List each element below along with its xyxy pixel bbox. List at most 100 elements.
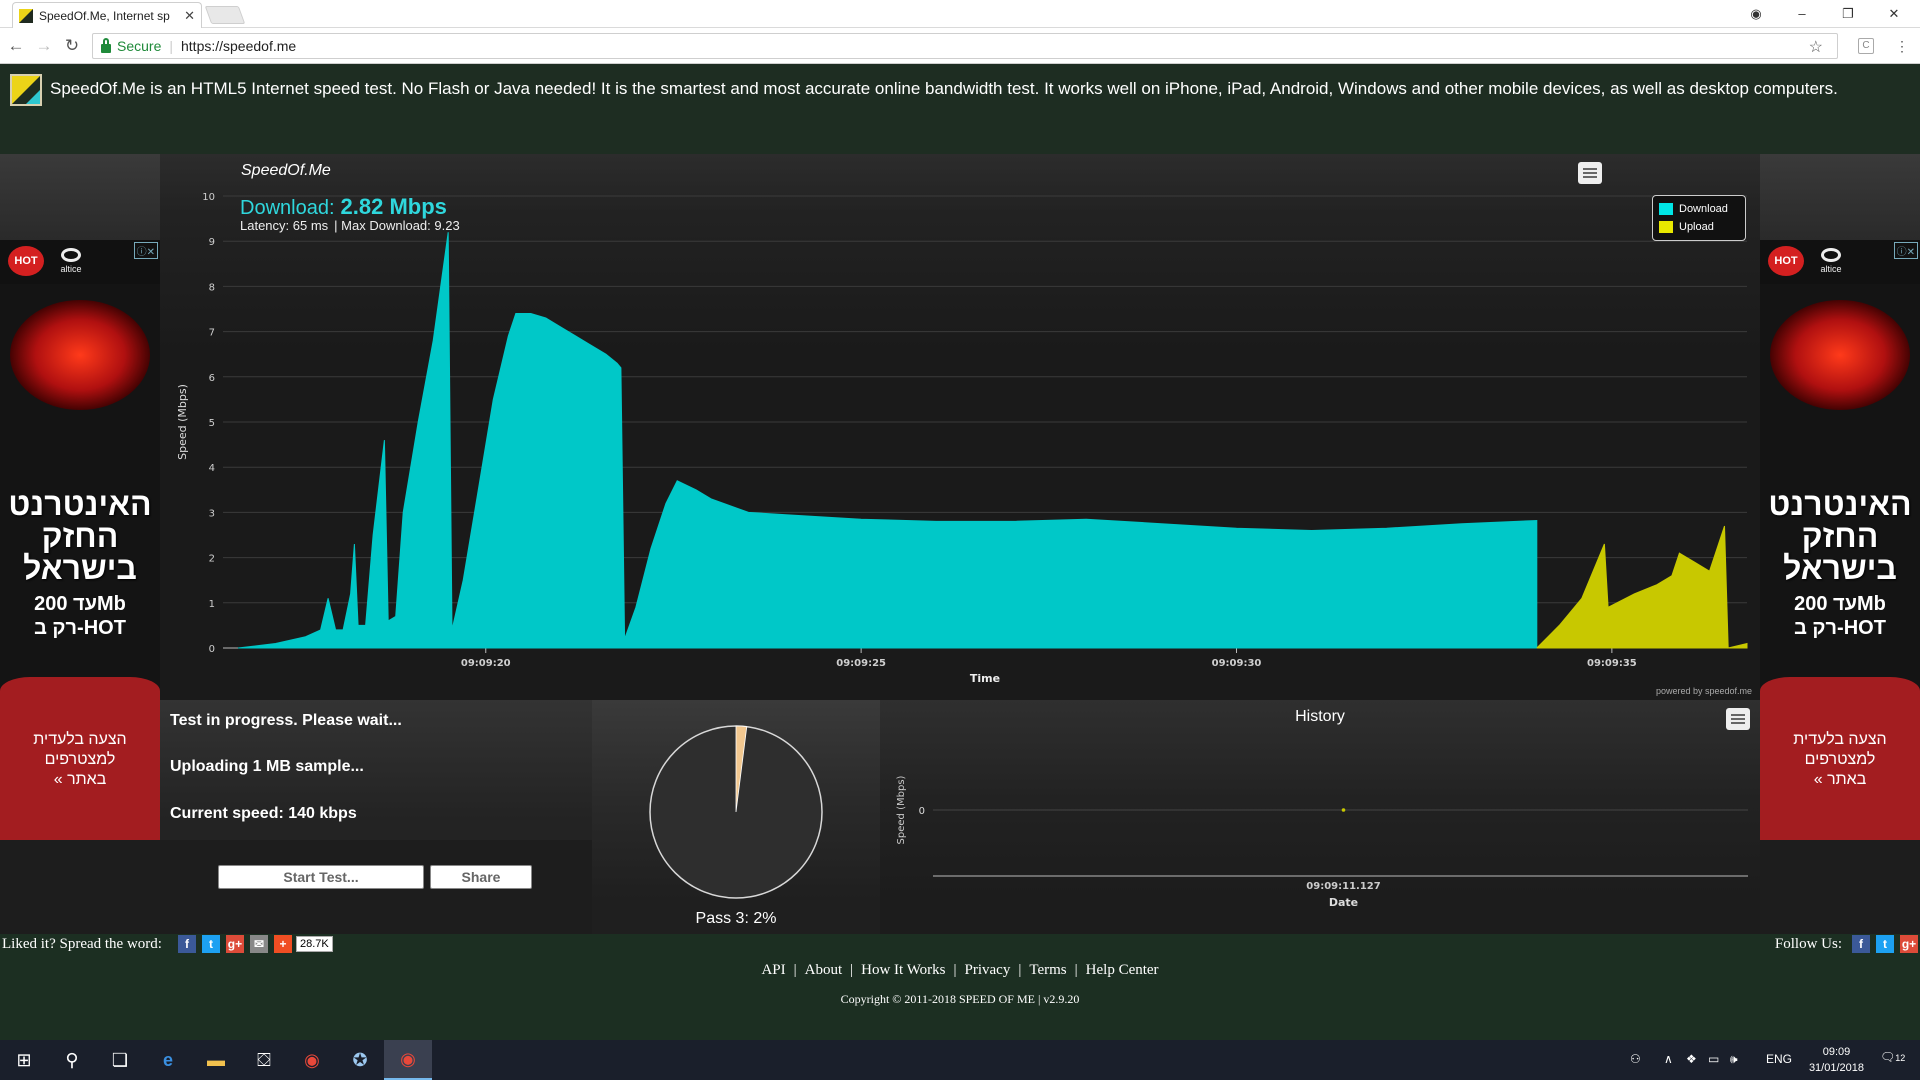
download-series-area [237, 232, 1538, 649]
task-view-icon[interactable]: ❏ [96, 1040, 144, 1080]
file-explorer-icon[interactable]: ▬ [192, 1040, 240, 1080]
restore-button[interactable]: ❐ [1838, 4, 1858, 24]
legend-upload[interactable]: Upload [1659, 218, 1739, 236]
chart-brand: SpeedOf.Me [241, 162, 331, 179]
search-icon[interactable]: ⚲ [48, 1040, 96, 1080]
language-indicator[interactable]: ENG [1766, 1052, 1792, 1066]
y-tick-label: 8 [209, 282, 215, 293]
footer-link-privacy[interactable]: Privacy [965, 962, 1011, 978]
twitter-follow-icon[interactable]: t [1876, 935, 1894, 953]
secure-label: Secure [117, 38, 162, 54]
left-ad-banner[interactable]: HOT altice ⓘ✕ האינטרנט החזק בישראל עד 20… [0, 240, 160, 840]
new-tab-button[interactable] [204, 6, 246, 24]
edge-browser-icon[interactable]: e [144, 1040, 192, 1080]
history-data-point [1341, 808, 1346, 812]
close-window-button[interactable]: ✕ [1884, 4, 1904, 24]
adchoices-icon[interactable]: ⓘ✕ [133, 242, 158, 259]
status-line-1: Test in progress. Please wait... [170, 712, 402, 729]
browser-tabbar: SpeedOf.Me, Internet sp ✕ ◉ – ❐ ✕ [0, 0, 1920, 28]
start-test-button[interactable]: Start Test... [218, 865, 424, 889]
chart-menu-icon[interactable] [1578, 162, 1602, 184]
chart-legend: Download Upload [1652, 195, 1746, 241]
y-tick-label: 4 [209, 463, 215, 474]
speedofme-logo[interactable] [10, 74, 42, 106]
googleplus-share-icon[interactable]: g+ [225, 935, 244, 953]
footer-link-about[interactable]: About [805, 962, 843, 978]
start-windows-icon[interactable]: ⊞ [0, 1040, 48, 1080]
chrome-active-icon[interactable]: ◉ [384, 1040, 432, 1080]
windows-taskbar: ⊞ ⚲ ❏ e ▬ ⛋ ◉ ✪ ◉ ⚇ ∧ ❖ ▭ 🕪 ENG 09:09 31… [0, 1040, 1920, 1080]
tray-expand-icon[interactable]: ∧ [1664, 1052, 1673, 1066]
hot-logo: HOT [1768, 246, 1804, 276]
altice-logo: altice [56, 248, 86, 274]
y-tick-label: 0 [209, 644, 215, 655]
download-value: 2.82 Mbps [340, 194, 447, 219]
legend-download[interactable]: Download [1659, 200, 1739, 218]
y-tick-label: 9 [209, 237, 215, 248]
facebook-follow-icon[interactable]: f [1852, 935, 1870, 953]
dropbox-icon[interactable]: ❖ [1686, 1052, 1697, 1066]
y-tick-label: 3 [209, 508, 215, 519]
footer-link-help-center[interactable]: Help Center [1086, 962, 1159, 978]
ad-top-bar: HOT altice ⓘ✕ [1760, 240, 1920, 284]
address-separator: | [169, 38, 173, 54]
current-speed-text: Current speed: 140 kbps [170, 805, 357, 822]
reload-icon[interactable]: ↻ [62, 36, 82, 56]
status-panel: Test in progress. Please wait... Uploadi… [160, 700, 592, 840]
forward-icon[interactable]: → [34, 36, 54, 56]
max-download-text: Max Download: 9.23 [341, 218, 460, 233]
history-chart: 0 09:09:11.127 Date Speed (Mbps) [896, 775, 1748, 909]
close-tab-icon[interactable]: ✕ [184, 8, 195, 24]
right-ad-banner[interactable]: HOT altice ⓘ✕ האינטרנט החזק בישראל עד 20… [1760, 240, 1920, 840]
download-readout: Download: 2.82 Mbps [240, 194, 447, 220]
latency-text: Latency: 65 ms [240, 218, 329, 233]
store-icon[interactable]: ⛋ [240, 1040, 288, 1080]
profile-icon[interactable]: ◉ [1746, 4, 1766, 24]
twitter-share-icon[interactable]: t [201, 935, 220, 953]
browser-tab[interactable]: SpeedOf.Me, Internet sp ✕ [12, 2, 202, 28]
footer-link-api[interactable]: API [761, 962, 785, 978]
site-footer: Liked it? Spread the word: f t g+ ✉ + 28… [0, 934, 1920, 1040]
legend-upload-label: Upload [1679, 221, 1714, 233]
ad-cta-text[interactable]: הצעה בלעדית למצטרפים באתר » [1760, 730, 1920, 790]
ad-headline: האינטרנט החזק בישראל [1768, 486, 1912, 586]
legend-download-label: Download [1679, 203, 1728, 215]
history-menu-icon[interactable] [1726, 708, 1750, 730]
back-icon[interactable]: ← [6, 36, 26, 56]
bookmark-star-icon[interactable]: ☆ [1809, 37, 1823, 57]
chrome-icon[interactable]: ◉ [288, 1040, 336, 1080]
spread-the-word: Liked it? Spread the word: f t g+ ✉ + 28… [2, 934, 333, 954]
minimize-button[interactable]: – [1792, 4, 1812, 24]
volume-icon[interactable]: 🕪 [1730, 1052, 1738, 1067]
browser-menu-icon[interactable]: ⋮ [1892, 36, 1912, 56]
address-bar[interactable]: Secure | https://speedof.me ☆ [92, 33, 1838, 59]
people-icon[interactable]: ⚇ [1630, 1052, 1641, 1066]
progress-panel: Pass 3: 2% [592, 700, 880, 936]
powered-by-text: powered by speedof.me [1655, 686, 1752, 696]
email-share-icon[interactable]: ✉ [249, 935, 268, 953]
share-button[interactable]: Share [430, 865, 532, 889]
footer-link-how-it-works[interactable]: How It Works [861, 962, 945, 978]
ad-fist-image [1770, 300, 1910, 410]
system-clock[interactable]: 09:09 31/01/2018 [1809, 1044, 1864, 1076]
link-separator: | [953, 962, 957, 978]
status-line-2: Uploading 1 MB sample... [170, 758, 364, 775]
share-count: 28.7K [295, 936, 333, 952]
lock-icon [101, 37, 111, 53]
x-tick-label: 09:09:35 [1587, 658, 1637, 669]
adchoices-icon[interactable]: ⓘ✕ [1893, 242, 1918, 259]
ad-cta-text[interactable]: הצעה בלעדית למצטרפים באתר » [0, 730, 160, 790]
ad-top-bar: HOT altice ⓘ✕ [0, 240, 160, 284]
facebook-share-icon[interactable]: f [177, 935, 196, 953]
googleplus-follow-icon[interactable]: g+ [1900, 935, 1918, 953]
upload-series-area [1536, 525, 1748, 649]
app-icon[interactable]: ✪ [336, 1040, 384, 1080]
link-separator: | [1018, 962, 1022, 978]
notifications-icon[interactable]: 🗨12 [1880, 1050, 1905, 1064]
network-icon[interactable]: ▭ [1708, 1052, 1719, 1066]
y-tick-label: 5 [209, 418, 215, 429]
footer-link-terms[interactable]: Terms [1029, 962, 1066, 978]
addthis-share-icon[interactable]: + [273, 935, 292, 953]
extension-icon[interactable]: C [1858, 38, 1874, 54]
y-tick-label: 6 [209, 373, 215, 384]
